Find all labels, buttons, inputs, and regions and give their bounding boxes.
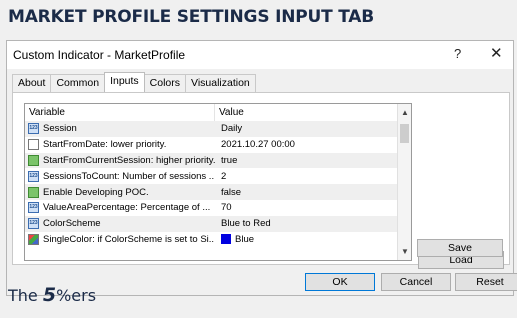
table-row[interactable]: StartFromDate: lower priority. 2021.10.2… [25,137,411,153]
table-row[interactable]: SingleColor: if ColorScheme is set to Si… [25,232,411,248]
table-row[interactable]: 123 ColorScheme Blue to Red [25,215,411,232]
variable-label: SessionsToCount: Number of sessions ... [43,170,215,182]
variable-column-header[interactable]: Variable [25,104,215,121]
calendar-icon [28,139,39,151]
tab-strip: About Common Inputs Colors Visualization [12,72,256,93]
value-cell[interactable]: Daily [221,123,242,134]
color-icon [28,233,39,245]
table-row[interactable]: StartFromCurrentSession: higher priority… [25,152,411,169]
variable-label: Enable Developing POC. [43,186,149,198]
table-row[interactable]: 123 ValueAreaPercentage: Percentage of ..… [25,200,411,216]
scroll-up-arrow-icon[interactable]: ▲ [401,108,409,117]
close-button[interactable]: ✕ [490,44,503,62]
value-cell[interactable]: 2021.10.27 00:00 [221,139,295,150]
tab-common[interactable]: Common [50,74,106,92]
boolean-icon [28,154,39,166]
tab-about[interactable]: About [12,74,52,92]
variable-label: ColorScheme [43,218,101,230]
window-title: Custom Indicator - MarketProfile [13,48,186,62]
number-icon: 123 [28,170,39,182]
value-cell[interactable]: Blue [235,234,254,245]
value-cell[interactable]: 70 [221,202,232,213]
value-cell[interactable]: true [221,155,237,166]
help-button[interactable]: ? [454,46,461,61]
title-bar: Custom Indicator - MarketProfile ? ✕ [7,41,513,69]
table-row[interactable]: 123 Session Daily [25,121,411,137]
variable-label: StartFromDate: lower priority. [43,139,167,151]
variable-label: SingleColor: if ColorScheme is set to Si… [43,233,215,245]
number-icon: 123 [28,202,39,214]
cancel-button[interactable]: Cancel [381,273,451,291]
color-swatch [221,234,231,245]
variable-label: ValueAreaPercentage: Percentage of ... [43,202,211,214]
logo-the: The [8,286,43,305]
inputs-grid: Variable Value 123 Session Daily StartFro… [24,103,412,261]
value-column-header[interactable]: Value [215,104,393,121]
grid-header: Variable Value [25,104,411,121]
table-row[interactable]: Enable Developing POC. false [25,184,411,200]
vertical-scrollbar[interactable]: ▲ ▼ [397,104,411,260]
table-row[interactable]: 123 SessionsToCount: Number of sessions .… [25,168,411,184]
save-button[interactable]: Save [417,239,503,257]
page-headline: MARKET PROFILE SETTINGS INPUT TAB [8,7,374,27]
tab-colors[interactable]: Colors [143,74,187,92]
variable-label: Session [43,123,77,135]
number-icon: 123 [28,218,39,230]
reset-button[interactable]: Reset [455,273,517,291]
value-cell[interactable]: Blue to Red [221,218,271,229]
boolean-icon [28,186,39,198]
ok-button[interactable]: OK [305,273,375,291]
tab-visualization[interactable]: Visualization [185,74,256,92]
logo-ers: %ers [56,286,97,305]
scrollbar-thumb[interactable] [400,124,409,143]
number-icon: 123 [28,123,39,135]
scroll-down-arrow-icon[interactable]: ▼ [401,247,409,256]
value-cell[interactable]: false [221,187,241,198]
brand-logo: The 5%ers [8,284,96,306]
dialog-window: Custom Indicator - MarketProfile ? ✕ Abo… [6,40,517,296]
value-cell[interactable]: 2 [221,171,226,182]
logo-five: 5 [42,284,57,306]
tab-inputs[interactable]: Inputs [104,72,145,92]
variable-label: StartFromCurrentSession: higher priority… [43,154,215,166]
